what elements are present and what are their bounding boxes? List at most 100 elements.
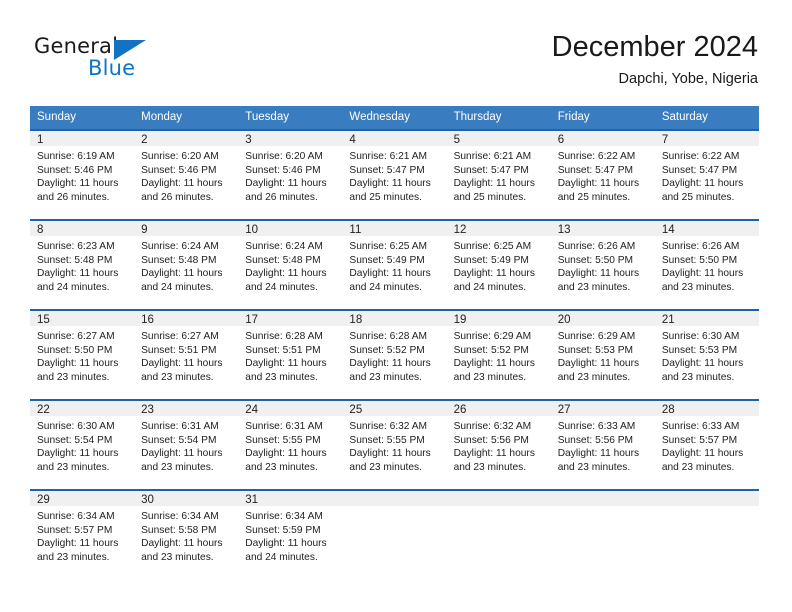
day-cell[interactable]: 15 Sunrise: 6:27 AM Sunset: 5:50 PM Dayl… [30, 309, 135, 399]
sunset-text: Sunset: 5:54 PM [37, 434, 113, 446]
day-details: Sunrise: 6:24 AM Sunset: 5:48 PM Dayligh… [134, 237, 238, 294]
day-number: 26 [446, 399, 551, 417]
daylight-text-line1: Daylight: 11 hours [453, 178, 535, 190]
sunset-text: Sunset: 5:46 PM [245, 164, 321, 176]
sunset-text: Sunset: 5:48 PM [141, 254, 217, 266]
daylight-text-line2: and 25 minutes. [453, 191, 527, 203]
brand-logo[interactable]: General Blue [34, 34, 214, 86]
daylight-text-line2: and 23 minutes. [349, 371, 422, 383]
day-cell[interactable]: 30 Sunrise: 6:34 AM Sunset: 5:58 PM Dayl… [134, 489, 239, 579]
sunrise-text: Sunrise: 6:30 AM [37, 421, 115, 432]
day-cell[interactable]: 16 Sunrise: 6:27 AM Sunset: 5:51 PM Dayl… [134, 309, 239, 399]
daylight-text-line1: Daylight: 11 hours [37, 178, 119, 190]
daylight-text-line2: and 23 minutes. [141, 551, 214, 563]
sunrise-text: Sunrise: 6:21 AM [453, 151, 532, 162]
day-cell[interactable]: 21 Sunrise: 6:30 AM Sunset: 5:53 PM Dayl… [654, 309, 759, 399]
daylight-text-line2: and 24 minutes. [245, 551, 318, 563]
day-cell[interactable]: 9 Sunrise: 6:24 AM Sunset: 5:48 PM Dayli… [134, 219, 239, 309]
sunset-text: Sunset: 5:48 PM [37, 254, 113, 266]
day-cell[interactable]: 11 Sunrise: 6:25 AM Sunset: 5:49 PM Dayl… [342, 219, 447, 309]
sunrise-text: Sunrise: 6:31 AM [245, 421, 323, 432]
sunset-text: Sunset: 5:46 PM [141, 164, 217, 176]
day-details: Sunrise: 6:19 AM Sunset: 5:46 PM Dayligh… [30, 147, 134, 204]
daylight-text-line1: Daylight: 11 hours [141, 538, 223, 550]
sunrise-text: Sunrise: 6:32 AM [349, 421, 428, 432]
day-cell[interactable]: 13 Sunrise: 6:26 AM Sunset: 5:50 PM Dayl… [550, 219, 655, 309]
daylight-text-line2: and 24 minutes. [453, 281, 527, 293]
day-number: 17 [238, 309, 343, 327]
day-details: Sunrise: 6:26 AM Sunset: 5:50 PM Dayligh… [551, 237, 655, 294]
day-cell[interactable]: 23 Sunrise: 6:31 AM Sunset: 5:54 PM Dayl… [134, 399, 239, 489]
day-cell[interactable]: 14 Sunrise: 6:26 AM Sunset: 5:50 PM Dayl… [654, 219, 759, 309]
daylight-text-line1: Daylight: 11 hours [37, 538, 119, 550]
page-header: General Blue December 2024 Dapchi, Yobe,… [0, 0, 792, 96]
daylight-text-line1: Daylight: 11 hours [245, 358, 327, 370]
day-cell[interactable]: 27 Sunrise: 6:33 AM Sunset: 5:56 PM Dayl… [550, 399, 655, 489]
sunrise-text: Sunrise: 6:20 AM [245, 151, 323, 162]
day-cell[interactable]: 8 Sunrise: 6:23 AM Sunset: 5:48 PM Dayli… [30, 219, 135, 309]
day-cell-empty [654, 489, 759, 579]
weekday-header-thursday: Thursday [453, 111, 502, 123]
daylight-text-line2: and 23 minutes. [37, 371, 110, 383]
daylight-text-line1: Daylight: 11 hours [557, 448, 640, 460]
daylight-text-line1: Daylight: 11 hours [141, 268, 223, 280]
day-cell[interactable]: 12 Sunrise: 6:25 AM Sunset: 5:49 PM Dayl… [446, 219, 551, 309]
day-details: Sunrise: 6:33 AM Sunset: 5:57 PM Dayligh… [655, 417, 759, 474]
day-cell[interactable]: 24 Sunrise: 6:31 AM Sunset: 5:55 PM Dayl… [238, 399, 343, 489]
day-cell[interactable]: 22 Sunrise: 6:30 AM Sunset: 5:54 PM Dayl… [30, 399, 135, 489]
day-cell[interactable]: 6 Sunrise: 6:22 AM Sunset: 5:47 PM Dayli… [550, 129, 655, 219]
daylight-text-line1: Daylight: 11 hours [37, 448, 119, 460]
day-cell[interactable]: 28 Sunrise: 6:33 AM Sunset: 5:57 PM Dayl… [654, 399, 759, 489]
day-cell[interactable]: 20 Sunrise: 6:29 AM Sunset: 5:53 PM Dayl… [550, 309, 655, 399]
sunrise-text: Sunrise: 6:25 AM [349, 241, 428, 252]
day-cell[interactable]: 1 Sunrise: 6:19 AM Sunset: 5:46 PM Dayli… [30, 129, 135, 219]
week-row: 1 Sunrise: 6:19 AM Sunset: 5:46 PM Dayli… [30, 129, 759, 219]
day-details: Sunrise: 6:24 AM Sunset: 5:48 PM Dayligh… [238, 237, 342, 294]
sunrise-text: Sunrise: 6:28 AM [245, 331, 323, 342]
daylight-text-line2: and 25 minutes. [349, 191, 422, 203]
sunrise-text: Sunrise: 6:26 AM [557, 241, 636, 252]
day-number: 6 [550, 129, 655, 147]
sunrise-text: Sunrise: 6:23 AM [37, 241, 115, 252]
day-number: 9 [134, 219, 239, 237]
day-cell[interactable]: 10 Sunrise: 6:24 AM Sunset: 5:48 PM Dayl… [238, 219, 343, 309]
day-number: 2 [134, 129, 239, 147]
day-details: Sunrise: 6:32 AM Sunset: 5:56 PM Dayligh… [447, 417, 551, 474]
sunrise-text: Sunrise: 6:32 AM [453, 421, 532, 432]
day-cell[interactable]: 7 Sunrise: 6:22 AM Sunset: 5:47 PM Dayli… [654, 129, 759, 219]
day-cell[interactable]: 4 Sunrise: 6:21 AM Sunset: 5:47 PM Dayli… [342, 129, 447, 219]
daylight-text-line2: and 23 minutes. [141, 461, 214, 473]
day-cell[interactable]: 26 Sunrise: 6:32 AM Sunset: 5:56 PM Dayl… [446, 399, 551, 489]
sunset-text: Sunset: 5:59 PM [245, 524, 321, 536]
day-cell[interactable]: 17 Sunrise: 6:28 AM Sunset: 5:51 PM Dayl… [238, 309, 343, 399]
sunset-text: Sunset: 5:53 PM [661, 344, 738, 356]
daylight-text-line2: and 23 minutes. [37, 461, 110, 473]
day-details: Sunrise: 6:22 AM Sunset: 5:47 PM Dayligh… [655, 147, 759, 204]
daylight-text-line1: Daylight: 11 hours [557, 268, 640, 280]
day-cell[interactable]: 31 Sunrise: 6:34 AM Sunset: 5:59 PM Dayl… [238, 489, 343, 579]
day-number: 1 [30, 129, 135, 147]
day-cell[interactable]: 18 Sunrise: 6:28 AM Sunset: 5:52 PM Dayl… [342, 309, 447, 399]
day-number: 5 [446, 129, 551, 147]
day-cell-empty [342, 489, 447, 579]
day-details: Sunrise: 6:31 AM Sunset: 5:55 PM Dayligh… [238, 417, 342, 474]
sunrise-text: Sunrise: 6:26 AM [661, 241, 740, 252]
day-cell[interactable]: 2 Sunrise: 6:20 AM Sunset: 5:46 PM Dayli… [134, 129, 239, 219]
daylight-text-line1: Daylight: 11 hours [245, 178, 327, 190]
week-row: 15 Sunrise: 6:27 AM Sunset: 5:50 PM Dayl… [30, 309, 759, 399]
day-cell[interactable]: 25 Sunrise: 6:32 AM Sunset: 5:55 PM Dayl… [342, 399, 447, 489]
sunset-text: Sunset: 5:55 PM [349, 434, 425, 446]
sunset-text: Sunset: 5:56 PM [557, 434, 634, 446]
day-cell[interactable]: 5 Sunrise: 6:21 AM Sunset: 5:47 PM Dayli… [446, 129, 551, 219]
day-cell[interactable]: 19 Sunrise: 6:29 AM Sunset: 5:52 PM Dayl… [446, 309, 551, 399]
day-cell[interactable]: 3 Sunrise: 6:20 AM Sunset: 5:46 PM Dayli… [238, 129, 343, 219]
day-number: 31 [238, 489, 343, 507]
day-cell[interactable]: 29 Sunrise: 6:34 AM Sunset: 5:57 PM Dayl… [30, 489, 135, 579]
daylight-text-line1: Daylight: 11 hours [37, 358, 119, 370]
sunrise-text: Sunrise: 6:22 AM [661, 151, 740, 162]
sunrise-text: Sunrise: 6:31 AM [141, 421, 219, 432]
day-number: 8 [30, 219, 135, 237]
daylight-text-line2: and 23 minutes. [349, 461, 422, 473]
daylight-text-line2: and 23 minutes. [453, 371, 527, 383]
daylight-text-line1: Daylight: 11 hours [661, 358, 744, 370]
